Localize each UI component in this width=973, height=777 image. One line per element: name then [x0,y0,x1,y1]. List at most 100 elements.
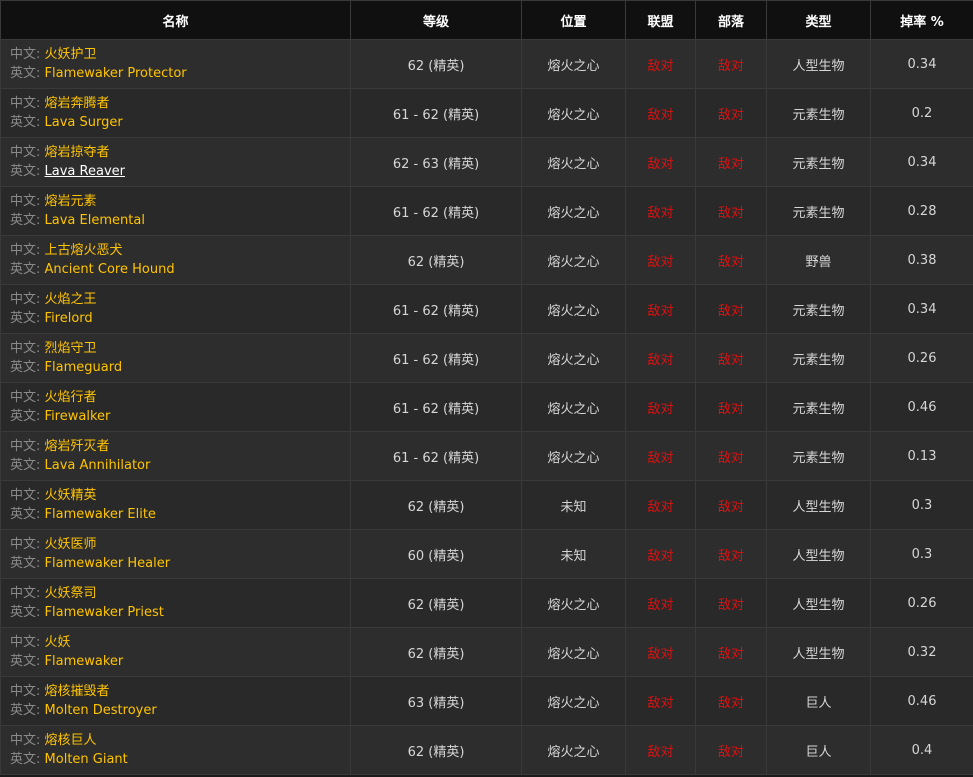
name-cn-line: 中文: 火妖护卫 [10,45,350,64]
name-en-line: 英文: Flamewaker Healer [10,554,350,573]
npc-name-en[interactable]: Lava Reaver [45,164,125,179]
droprate-cell: 0.34 [870,137,973,187]
horde-cell: 敌对 [695,333,767,383]
npc-name-cn[interactable]: 火妖祭司 [45,586,97,601]
npc-name-cn[interactable]: 火焰之王 [45,292,97,307]
name-en-line: 英文: Lava Annihilator [10,456,350,475]
cn-label: 中文: [10,194,41,209]
npc-name-cn[interactable]: 熔岩元素 [45,194,97,209]
npc-name-en[interactable]: Lava Elemental [45,213,145,228]
name-en-line: 英文: Flamewaker [10,652,350,671]
name-cell: 中文: 火妖祭司 英文: Flamewaker Priest [0,578,351,628]
header-droprate[interactable]: 掉率 % [870,0,973,40]
name-en-line: 英文: Molten Destroyer [10,701,350,720]
name-en-line: 英文: Molten Giant [10,750,350,769]
droprate-cell: 0.46 [870,676,973,726]
location-cell: 熔火之心 [521,382,626,432]
horde-cell: 敌对 [695,725,767,775]
npc-name-cn[interactable]: 上古熔火恶犬 [45,243,123,258]
en-label: 英文: [10,654,41,669]
table-row: 中文: 火妖精英 英文: Flamewaker Elite 62 (精英) 未知 敌对敌… [0,480,973,530]
droprate-cell: 0.38 [870,235,973,285]
header-alliance[interactable]: 联盟 [625,0,696,40]
horde-cell: 敌对 [695,284,767,334]
npc-name-en[interactable]: Lava Surger [45,115,123,130]
table-row: 中文: 火妖护卫 英文: Flamewaker Protector 62 (精英) 熔… [0,39,973,89]
droprate-cell: 0.34 [870,39,973,89]
npc-name-en[interactable]: Molten Giant [45,752,128,767]
droprate-cell: 0.3 [870,480,973,530]
table-row: 中文: 熔核巨人 英文: Molten Giant 62 (精英) 熔火之心 敌对 敌对巨… [0,725,973,775]
alliance-cell: 敌对 [625,382,696,432]
name-cn-line: 中文: 熔岩歼灭者 [10,437,350,456]
header-location[interactable]: 位置 [521,0,626,40]
npc-name-cn[interactable]: 火妖医师 [45,537,97,552]
header-name[interactable]: 名称 [0,0,351,40]
droprate-cell: 0.3 [870,529,973,579]
type-cell: 野兽 [766,235,871,285]
npc-name-en[interactable]: Ancient Core Hound [45,262,175,277]
location-cell: 未知 [521,480,626,530]
npc-drop-table: 名称 等级 位置 联盟 部落 类型 掉率 % 中文: 火妖护卫 英文: Flame… [0,0,973,775]
level-cell: 61 - 62 (精英) [350,186,522,236]
table-row: 中文: 火妖医师 英文: Flamewaker Healer 60 (精英) 未知 敌对… [0,529,973,579]
npc-name-en[interactable]: Flamewaker Priest [45,605,164,620]
droprate-cell: 0.26 [870,578,973,628]
npc-name-cn[interactable]: 火妖 [45,635,71,650]
level-cell: 62 - 63 (精英) [350,137,522,187]
en-label: 英文: [10,360,41,375]
header-level[interactable]: 等级 [350,0,522,40]
npc-name-cn[interactable]: 烈焰守卫 [45,341,97,356]
name-cn-line: 中文: 熔岩元素 [10,192,350,211]
name-cell: 中文: 熔岩元素 英文: Lava Elemental [0,186,351,236]
npc-name-cn[interactable]: 熔核巨人 [45,733,97,748]
npc-name-cn[interactable]: 火妖护卫 [45,47,97,62]
horde-cell: 敌对 [695,235,767,285]
header-horde[interactable]: 部落 [695,0,767,40]
npc-name-cn[interactable]: 熔核摧毁者 [45,684,110,699]
npc-name-en[interactable]: Firewalker [45,409,111,424]
npc-name-cn[interactable]: 火妖精英 [45,488,97,503]
npc-name-cn[interactable]: 火焰行者 [45,390,97,405]
npc-name-cn[interactable]: 熔岩奔腾者 [45,96,110,111]
npc-name-en[interactable]: Firelord [45,311,93,326]
level-cell: 62 (精英) [350,480,522,530]
name-cell: 中文: 火妖精英 英文: Flamewaker Elite [0,480,351,530]
header-type[interactable]: 类型 [766,0,871,40]
horde-cell: 敌对 [695,480,767,530]
horde-cell: 敌对 [695,137,767,187]
name-cn-line: 中文: 火妖医师 [10,535,350,554]
droprate-cell: 0.4 [870,725,973,775]
npc-name-en[interactable]: Molten Destroyer [45,703,157,718]
cn-label: 中文: [10,439,41,454]
name-cn-line: 中文: 火妖 [10,633,350,652]
location-cell: 熔火之心 [521,137,626,187]
npc-name-en[interactable]: Flamewaker Protector [45,66,187,81]
alliance-cell: 敌对 [625,39,696,89]
npc-name-cn[interactable]: 熔岩掠夺者 [45,145,110,160]
en-label: 英文: [10,262,41,277]
level-cell: 61 - 62 (精英) [350,333,522,383]
cn-label: 中文: [10,145,41,160]
en-label: 英文: [10,164,41,179]
cn-label: 中文: [10,733,41,748]
name-cell: 中文: 熔岩掠夺者 英文: Lava Reaver [0,137,351,187]
name-cn-line: 中文: 火焰行者 [10,388,350,407]
npc-name-en[interactable]: Flamewaker [45,654,124,669]
droprate-cell: 0.32 [870,627,973,677]
level-cell: 61 - 62 (精英) [350,88,522,138]
table-row: 中文: 上古熔火恶犬 英文: Ancient Core Hound 62 (精英) 熔… [0,235,973,285]
location-cell: 熔火之心 [521,725,626,775]
npc-name-en[interactable]: Lava Annihilator [45,458,151,473]
cn-label: 中文: [10,635,41,650]
npc-name-cn[interactable]: 熔岩歼灭者 [45,439,110,454]
location-cell: 熔火之心 [521,39,626,89]
npc-name-en[interactable]: Flameguard [45,360,123,375]
npc-name-en[interactable]: Flamewaker Healer [45,556,171,571]
table-row: 中文: 熔岩奔腾者 英文: Lava Surger 61 - 62 (精英) 熔火之心… [0,88,973,138]
horde-cell: 敌对 [695,186,767,236]
location-cell: 熔火之心 [521,333,626,383]
en-label: 英文: [10,66,41,81]
name-en-line: 英文: Ancient Core Hound [10,260,350,279]
npc-name-en[interactable]: Flamewaker Elite [45,507,156,522]
